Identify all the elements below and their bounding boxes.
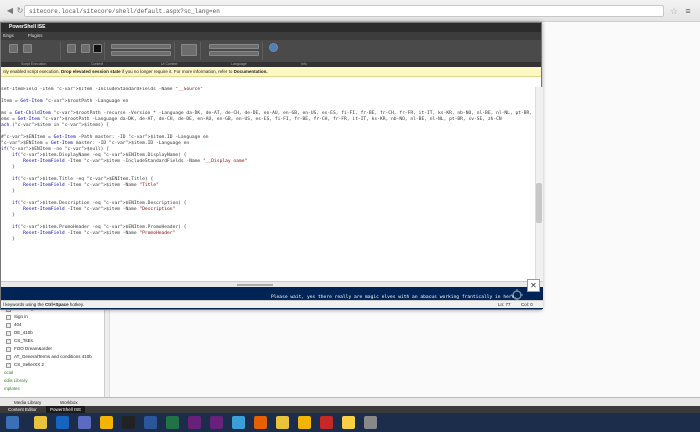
- outlook-icon[interactable]: [56, 416, 69, 429]
- tree-item[interactable]: DE_410b: [0, 329, 109, 337]
- tree-item[interactable]: 404: [0, 321, 109, 329]
- tree-item[interactable]: CS_TitEs: [0, 337, 109, 345]
- windows-taskbar: [0, 413, 700, 432]
- item-icon: [6, 362, 11, 368]
- sitecore-taskbar: Content Editor PowerShell ISE: [0, 406, 700, 413]
- ribbon: [1, 40, 541, 62]
- selection-button[interactable]: [23, 44, 32, 53]
- context-dropdown-2[interactable]: [111, 51, 171, 56]
- info-icon[interactable]: [269, 43, 278, 52]
- vs-icon[interactable]: [188, 416, 201, 429]
- abort-button[interactable]: [81, 44, 90, 53]
- chrome-icon[interactable]: [34, 416, 47, 429]
- tree-item[interactable]: Sign in: [0, 313, 109, 321]
- acrobat-icon[interactable]: [320, 416, 333, 429]
- cmd-icon[interactable]: [122, 416, 135, 429]
- tree-root-item[interactable]: edia Library: [0, 377, 109, 385]
- user-dropdown[interactable]: [209, 51, 259, 56]
- code-line: }: [1, 237, 15, 242]
- tab-content-editor[interactable]: Content Editor: [4, 406, 41, 413]
- item-icon: [6, 322, 11, 328]
- item-icon: [6, 346, 11, 352]
- bookmark-star-icon[interactable]: ☆: [668, 5, 680, 17]
- chrome-icon[interactable]: [276, 416, 289, 429]
- status-bar: l keywords using the Ctrl+Space hotkey. …: [1, 300, 543, 308]
- address-bar[interactable]: sitecore.local/sitecore/shell/default.as…: [24, 5, 664, 17]
- tree-item[interactable]: CS_SellerXX 2: [0, 361, 109, 369]
- start-button-icon[interactable]: [6, 416, 19, 429]
- sticky-icon[interactable]: [342, 416, 355, 429]
- teams-icon[interactable]: [78, 416, 91, 429]
- execute-button[interactable]: [9, 44, 18, 53]
- tab-powershell-ise[interactable]: PowerShell ISE: [46, 406, 86, 413]
- close-console-button[interactable]: ✕: [527, 279, 540, 292]
- elevated-session-notice: nly enabled script execution. Drop eleva…: [1, 67, 541, 77]
- item-icon: [6, 330, 11, 336]
- debug-button[interactable]: [67, 44, 76, 53]
- notepad-icon[interactable]: [232, 416, 245, 429]
- script-editor[interactable]: set-ItemField -Item "c-var">$item -Inclu…: [1, 87, 543, 281]
- line-indicator: Ln: 77: [498, 302, 511, 307]
- misc-icon[interactable]: [364, 416, 377, 429]
- excel-icon[interactable]: [166, 416, 179, 429]
- column-indicator: Col: 0: [521, 302, 533, 307]
- tree-root-item[interactable]: mplates: [0, 385, 109, 393]
- explorer-icon[interactable]: [298, 416, 311, 429]
- tab-settings[interactable]: ttings: [3, 32, 14, 40]
- explorer-icon[interactable]: [100, 416, 113, 429]
- tree-item[interactable]: AT_GeneralTerms and conditions 410b: [0, 353, 109, 361]
- item-icon: [6, 354, 11, 360]
- item-icon: [6, 314, 11, 320]
- drop-session-link[interactable]: Drop elevated session state: [61, 69, 121, 74]
- browser-toolbar: ◀ ↻ sitecore.local/sitecore/shell/defaul…: [0, 0, 700, 22]
- context-dropdown[interactable]: [111, 44, 171, 49]
- sitecore-quickbar: Media Library Workbox: [0, 397, 700, 406]
- vs-icon[interactable]: [210, 416, 223, 429]
- documentation-link[interactable]: Documentation.: [234, 69, 268, 74]
- ribbon-tabs: ttings Plugins: [1, 32, 541, 40]
- tree-item[interactable]: FOO Dream&order: [0, 345, 109, 353]
- word-icon[interactable]: [144, 416, 157, 429]
- code-text[interactable]: set-ItemField -Item "c-var">$item -Inclu…: [1, 87, 543, 243]
- tree-root-item[interactable]: ocial: [0, 369, 109, 377]
- ui-context-button[interactable]: [181, 44, 197, 56]
- powershell-ise-window: PowerShell ISE ttings Plugins Script Exe…: [0, 22, 543, 310]
- item-icon: [6, 338, 11, 344]
- editor-scrollbar[interactable]: [535, 87, 543, 281]
- window-title: PowerShell ISE: [1, 23, 541, 32]
- content-tree: ublished_For usersSign in404DE_410bCS_Ti…: [0, 305, 110, 401]
- firefox-icon[interactable]: [254, 416, 267, 429]
- stop-button[interactable]: [93, 44, 102, 53]
- tab-plugins[interactable]: Plugins: [28, 32, 43, 40]
- browser-menu-icon[interactable]: ≡: [682, 5, 694, 17]
- tree-scrollbar[interactable]: [104, 305, 109, 401]
- language-dropdown[interactable]: [209, 44, 259, 49]
